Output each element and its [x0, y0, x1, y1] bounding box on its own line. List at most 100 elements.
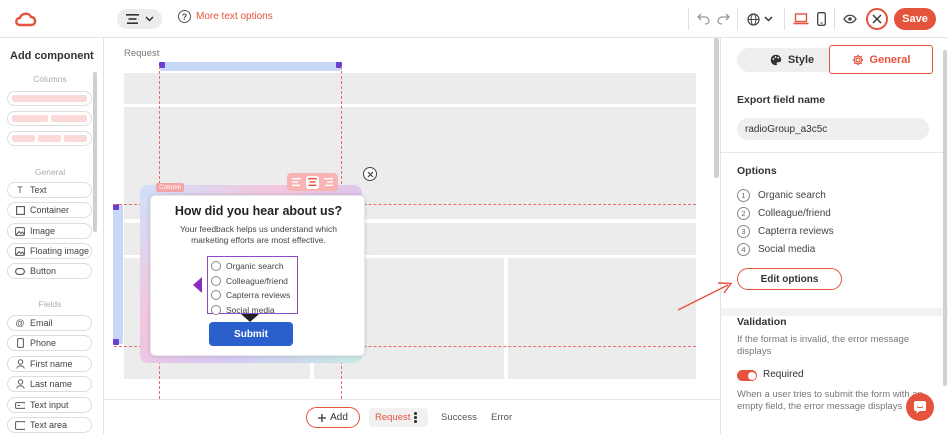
radio-circle-icon [211, 304, 221, 315]
option-item: 2 Colleague/friend [737, 207, 831, 220]
plus-icon [318, 413, 327, 422]
three-column-layout[interactable] [7, 131, 92, 146]
brand-logo-icon[interactable] [14, 9, 38, 29]
field-phone[interactable]: Phone [7, 335, 92, 351]
tab-success[interactable]: Success [441, 412, 477, 423]
column-tag: Column [156, 183, 185, 192]
one-column-layout[interactable] [7, 91, 92, 106]
redo-icon[interactable] [716, 10, 730, 28]
panel-title: Add component [10, 50, 94, 62]
field-email[interactable]: @ Email [7, 315, 92, 331]
align-left-icon[interactable] [290, 176, 303, 189]
remove-block-button[interactable] [363, 167, 377, 181]
component-image[interactable]: Image [7, 223, 92, 239]
layout-row[interactable] [124, 73, 696, 104]
top-toolbar: ? More text options Save [0, 0, 948, 38]
section-gap [721, 308, 948, 316]
toolbar-divider [834, 8, 835, 30]
question-icon: ? [178, 10, 191, 23]
close-editor-button[interactable] [866, 8, 888, 30]
align-center-icon[interactable] [305, 175, 319, 189]
option-item: 3 Capterra reviews [737, 225, 834, 238]
component-floating-image[interactable]: Floating image [7, 243, 92, 259]
section-label-fields: Fields [38, 299, 62, 309]
more-text-options-link[interactable]: ? More text options [178, 10, 273, 23]
required-toggle[interactable] [737, 370, 757, 381]
mobile-view-icon[interactable] [815, 10, 827, 28]
form-description[interactable]: Your feedback helps us understand which … [167, 224, 350, 246]
edit-options-button[interactable]: Edit options [737, 268, 842, 290]
chat-support-button[interactable] [906, 393, 934, 421]
preview-eye-icon[interactable] [842, 10, 858, 28]
options-heading: Options [737, 165, 777, 177]
right-panel-scrollbar[interactable] [943, 50, 947, 386]
tab-style[interactable]: Style [757, 48, 827, 72]
add-component-panel: Add component Columns General T Text Cont… [0, 38, 104, 434]
component-container[interactable]: Container [7, 202, 92, 218]
save-button[interactable]: Save [894, 8, 936, 30]
step-tabs-bar: Add Request Success Error [104, 399, 720, 434]
section-label-general: General [34, 167, 66, 177]
phone-icon [15, 338, 25, 348]
toolbar-divider [784, 8, 785, 30]
section-divider [721, 152, 948, 153]
gear-icon [852, 54, 863, 65]
chat-icon [914, 401, 926, 414]
element-align-toolbar [287, 173, 338, 191]
layout-column[interactable] [508, 258, 696, 379]
resize-handle[interactable] [113, 339, 119, 345]
field-first-name[interactable]: First name [7, 356, 92, 372]
text-input-icon [15, 400, 25, 410]
validation-description: If the format is invalid, the error mess… [737, 334, 910, 357]
export-field-heading: Export field name [737, 94, 826, 106]
image-icon [15, 226, 25, 236]
chevron-down-icon [144, 16, 154, 22]
component-text[interactable]: T Text [7, 182, 92, 198]
close-icon [367, 171, 373, 177]
field-last-name[interactable]: Last name [7, 376, 92, 392]
two-column-layout[interactable] [7, 111, 92, 126]
canvas-step-label: Request [124, 48, 160, 59]
language-dropdown[interactable] [745, 10, 775, 28]
editor-canvas: Request Column How did you hear about us… [104, 38, 720, 434]
canvas-scrollbar[interactable] [714, 38, 719, 178]
drag-arrow-icon[interactable] [193, 277, 202, 293]
more-text-options-label: More text options [196, 11, 273, 22]
tab-error[interactable]: Error [491, 412, 512, 423]
tab-request[interactable]: Request [369, 408, 428, 427]
option-item: 1 Organic search [737, 189, 826, 202]
radio-option[interactable]: Capterra reviews [211, 288, 297, 303]
toolbar-divider [737, 8, 738, 30]
radio-group[interactable]: Organic search Colleague/friend Capterra… [207, 256, 298, 315]
tab-general[interactable]: General [829, 45, 933, 74]
left-panel-scrollbar[interactable] [93, 72, 97, 232]
undo-icon[interactable] [696, 10, 710, 28]
toolbar-divider [688, 8, 689, 30]
component-button[interactable]: Button [7, 263, 92, 279]
submit-button[interactable]: Submit [209, 322, 293, 346]
desktop-view-icon[interactable] [793, 10, 809, 28]
export-field-name-input[interactable]: radioGroup_a3c5c [737, 118, 929, 140]
palette-icon [770, 54, 782, 66]
radio-circle-icon [211, 275, 221, 286]
survey-form-card[interactable]: How did you hear about us? Your feedback… [150, 195, 365, 356]
button-pill-icon [15, 266, 25, 276]
at-icon: @ [15, 318, 25, 328]
form-title[interactable]: How did you hear about us? [151, 204, 366, 218]
radio-option[interactable]: Organic search [211, 259, 297, 274]
selection-frame-left[interactable] [113, 204, 123, 344]
align-right-icon[interactable] [322, 176, 335, 189]
validation-heading: Validation [737, 316, 787, 328]
person-icon [15, 359, 25, 369]
radio-circle-icon [211, 290, 221, 301]
radio-circle-icon [211, 261, 221, 272]
add-step-button[interactable]: Add [306, 407, 360, 428]
text-align-dropdown[interactable] [117, 9, 162, 29]
field-text-area[interactable]: Text area [7, 417, 92, 433]
radio-option[interactable]: Colleague/friend [211, 274, 297, 289]
selection-frame-top[interactable] [160, 62, 342, 71]
more-vertical-icon[interactable] [414, 412, 417, 423]
field-text-input[interactable]: Text input [7, 397, 92, 413]
text-area-icon [15, 420, 25, 430]
text-t-icon: T [17, 185, 23, 195]
